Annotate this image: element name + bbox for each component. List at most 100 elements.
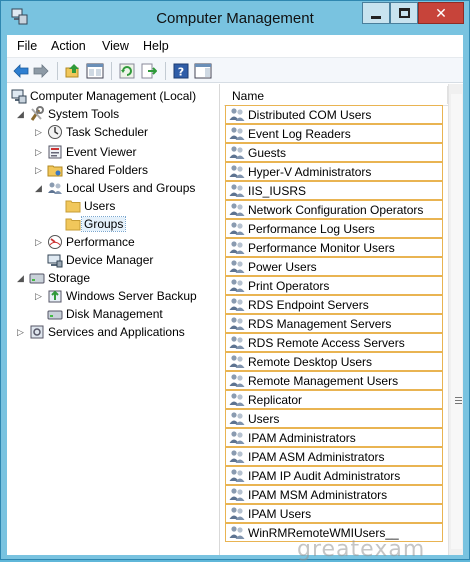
expand-arrow-icon[interactable]: ▷ bbox=[35, 146, 44, 158]
group-row[interactable]: RDS Management Servers bbox=[225, 314, 443, 333]
group-name: IPAM IP Audit Administrators bbox=[248, 469, 401, 483]
client-area: File Action View Help ? Computer Managem… bbox=[7, 35, 463, 562]
group-name: Event Log Readers bbox=[248, 127, 351, 141]
group-row[interactable]: Print Operators bbox=[225, 276, 443, 295]
column-header-label: Name bbox=[232, 89, 265, 103]
folder-icon bbox=[65, 216, 81, 232]
collapse-arrow-icon[interactable]: ◢ bbox=[17, 108, 26, 120]
scrollbar-thumb[interactable] bbox=[451, 94, 462, 549]
maximize-icon bbox=[398, 8, 410, 18]
group-name: Print Operators bbox=[248, 279, 330, 293]
group-name: IPAM Administrators bbox=[248, 431, 356, 445]
expand-arrow-icon[interactable]: ▷ bbox=[17, 326, 26, 338]
group-icon bbox=[229, 373, 245, 388]
menu-action[interactable]: Action bbox=[51, 39, 86, 53]
export-list-icon[interactable] bbox=[140, 62, 158, 79]
help-icon[interactable]: ? bbox=[172, 62, 190, 79]
tree-label: Users bbox=[84, 199, 116, 213]
navigation-tree: Computer Management (Local) ◢ System Too… bbox=[7, 84, 220, 555]
group-icon bbox=[229, 525, 245, 540]
group-icon bbox=[229, 183, 245, 198]
tree-label: Local Users and Groups bbox=[66, 181, 196, 195]
group-row[interactable]: IPAM IP Audit Administrators bbox=[225, 466, 443, 485]
maximize-button[interactable] bbox=[390, 2, 418, 24]
collapse-arrow-icon[interactable]: ◢ bbox=[35, 182, 44, 194]
group-row[interactable]: Distributed COM Users bbox=[225, 105, 443, 124]
expand-arrow-icon[interactable]: ▷ bbox=[35, 164, 44, 176]
menu-help[interactable]: Help bbox=[143, 39, 169, 53]
group-icon bbox=[229, 449, 245, 464]
group-row[interactable]: IPAM MSM Administrators bbox=[225, 485, 443, 504]
tree-label: Task Scheduler bbox=[66, 125, 149, 139]
group-row[interactable]: Network Configuration Operators bbox=[225, 200, 443, 219]
group-name: Remote Management Users bbox=[248, 374, 399, 388]
group-icon bbox=[229, 316, 245, 331]
device-manager-icon bbox=[47, 252, 63, 268]
group-row[interactable]: IPAM Administrators bbox=[225, 428, 443, 447]
menu-view[interactable]: View bbox=[102, 39, 129, 53]
group-row[interactable]: Users bbox=[225, 409, 443, 428]
group-row[interactable]: Performance Monitor Users bbox=[225, 238, 443, 257]
toolbar-separator bbox=[111, 62, 112, 80]
group-row[interactable]: Guests bbox=[225, 143, 443, 162]
tree-label: Storage bbox=[48, 271, 91, 285]
group-row[interactable]: IPAM ASM Administrators bbox=[225, 447, 443, 466]
toolbar: ? bbox=[7, 57, 463, 83]
show-hide-tree-icon[interactable] bbox=[86, 62, 104, 79]
group-name: IIS_IUSRS bbox=[248, 184, 307, 198]
close-icon: ✕ bbox=[435, 4, 447, 21]
group-icon bbox=[229, 468, 245, 483]
services-icon bbox=[29, 324, 45, 340]
group-row[interactable]: IPAM Users bbox=[225, 504, 443, 523]
tree-label: Device Manager bbox=[66, 253, 154, 267]
group-icon bbox=[229, 107, 245, 122]
group-row[interactable]: Performance Log Users bbox=[225, 219, 443, 238]
tree-label: Computer Management (Local) bbox=[30, 89, 197, 103]
group-row[interactable]: RDS Endpoint Servers bbox=[225, 295, 443, 314]
group-icon bbox=[229, 126, 245, 141]
title-bar[interactable]: Computer Management ✕ bbox=[1, 1, 469, 35]
group-row[interactable]: Event Log Readers bbox=[225, 124, 443, 143]
refresh-icon[interactable] bbox=[118, 62, 136, 79]
group-name: RDS Endpoint Servers bbox=[248, 298, 369, 312]
close-button[interactable]: ✕ bbox=[418, 2, 464, 24]
group-name: IPAM Users bbox=[248, 507, 312, 521]
group-row[interactable]: Power Users bbox=[225, 257, 443, 276]
group-icon bbox=[229, 278, 245, 293]
toolbar-separator bbox=[165, 62, 166, 80]
tree-label: Shared Folders bbox=[66, 163, 149, 177]
menu-bar: File Action View Help bbox=[7, 35, 463, 57]
watermark: greatexam bbox=[297, 537, 426, 562]
up-icon[interactable] bbox=[64, 62, 82, 79]
group-row[interactable]: Remote Management Users bbox=[225, 371, 443, 390]
group-icon bbox=[229, 221, 245, 236]
vertical-scrollbar[interactable] bbox=[448, 84, 463, 555]
scrollbar-grip-icon bbox=[455, 397, 462, 406]
expand-arrow-icon[interactable]: ▷ bbox=[35, 236, 44, 248]
svg-text:?: ? bbox=[178, 65, 184, 78]
collapse-arrow-icon[interactable]: ◢ bbox=[17, 272, 26, 284]
event-viewer-icon bbox=[47, 144, 63, 160]
expand-arrow-icon[interactable]: ▷ bbox=[35, 126, 44, 138]
menu-file[interactable]: File bbox=[17, 39, 37, 53]
group-icon bbox=[229, 145, 245, 160]
system-tools-icon bbox=[29, 106, 45, 122]
show-hide-action-pane-icon[interactable] bbox=[194, 62, 212, 79]
group-icon bbox=[229, 487, 245, 502]
minimize-button[interactable] bbox=[362, 2, 390, 24]
group-icon bbox=[229, 335, 245, 350]
group-row[interactable]: RDS Remote Access Servers bbox=[225, 333, 443, 352]
back-icon[interactable] bbox=[12, 62, 30, 79]
group-row[interactable]: IIS_IUSRS bbox=[225, 181, 443, 200]
group-rows: Distributed COM Users Event Log Readers Gu… bbox=[225, 105, 443, 542]
group-row[interactable]: Replicator bbox=[225, 390, 443, 409]
group-icon bbox=[229, 240, 245, 255]
forward-icon[interactable] bbox=[32, 62, 50, 79]
storage-icon bbox=[29, 270, 45, 286]
minimize-icon bbox=[371, 15, 381, 19]
group-row[interactable]: Hyper-V Administrators bbox=[225, 162, 443, 181]
expand-arrow-icon[interactable]: ▷ bbox=[35, 290, 44, 302]
group-icon bbox=[229, 354, 245, 369]
group-row[interactable]: Remote Desktop Users bbox=[225, 352, 443, 371]
column-header-name[interactable]: Name bbox=[224, 84, 448, 106]
